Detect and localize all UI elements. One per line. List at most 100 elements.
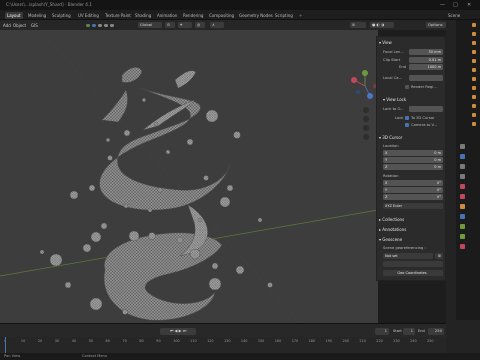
object-icon — [472, 59, 476, 63]
window-title: C:\Users\...\splash\Y_Shard] - Blender 4… — [6, 2, 92, 7]
viewport-overlays-dropdown[interactable]: ⊚ — [350, 21, 366, 29]
close-icon[interactable]: ✕ — [467, 2, 471, 8]
cursor-loc-y[interactable]: Y 0 m — [383, 157, 443, 163]
axis-label: X — [385, 181, 388, 185]
select-subtract-icon[interactable] — [104, 23, 108, 27]
object-icon — [472, 41, 476, 45]
rotation-mode-dropdown[interactable]: XYZ Euler — [383, 203, 443, 209]
frame-tick-label: 130 — [224, 339, 231, 343]
geo-coordinates-button[interactable]: Geo Coordinates — [383, 270, 443, 276]
section-view-lock[interactable]: ▾ View Lock — [383, 97, 406, 102]
viewport-nav-buttons[interactable] — [363, 107, 369, 140]
physics-properties-icon[interactable] — [460, 224, 465, 229]
maximize-icon[interactable]: □ — [453, 2, 458, 8]
select-mode-icon[interactable] — [86, 23, 90, 27]
tool-properties-icon[interactable] — [460, 144, 465, 149]
output-properties-icon[interactable] — [460, 164, 465, 169]
tab-animation[interactable]: Animation — [155, 12, 179, 19]
clip-start-field[interactable]: 0.01 m — [409, 57, 443, 63]
tab-texture-paint[interactable]: Texture Paint — [103, 12, 133, 19]
3d-viewport[interactable] — [0, 30, 378, 323]
frame-tick-label: 90 — [156, 339, 161, 343]
menu-add[interactable]: Add — [3, 22, 11, 29]
data-properties-icon[interactable] — [460, 234, 465, 239]
object-properties-icon[interactable] — [460, 204, 465, 209]
local-camera-field[interactable] — [409, 75, 443, 81]
crs-settings-icon[interactable]: ⚙ — [435, 253, 443, 259]
viewport-canvas[interactable] — [0, 30, 378, 323]
geo-origin-row[interactable] — [383, 261, 443, 267]
render-region-checkbox[interactable] — [405, 85, 409, 89]
outliner[interactable] — [456, 20, 480, 140]
cursor-rot-x[interactable]: X 0° — [383, 180, 443, 186]
start-frame-field[interactable]: 1 — [403, 328, 415, 335]
render-properties-icon[interactable] — [460, 154, 465, 159]
add-workspace-icon[interactable]: + — [297, 12, 304, 19]
lock-label: Lock — [395, 116, 404, 120]
tab-geometry-nodes[interactable]: Geometry Nodes — [237, 12, 275, 19]
world-properties-icon[interactable] — [460, 194, 465, 199]
section-geoscene[interactable]: ▾ Geoscene — [379, 237, 402, 242]
tab-shading[interactable]: Shading — [133, 12, 153, 19]
camera-to-view-checkbox[interactable] — [405, 123, 409, 127]
lock-object-label: Lock to O... — [383, 107, 404, 111]
rotation-mode-value: XYZ Euler — [385, 204, 403, 208]
proportional-falloff-dropdown[interactable]: ∧ — [210, 21, 224, 29]
clip-end-field[interactable]: 1000 m — [409, 64, 443, 70]
menu-gis[interactable]: GIS — [31, 22, 38, 29]
focal-length-field[interactable]: 50 mm — [409, 49, 443, 55]
select-invert-icon[interactable] — [110, 23, 114, 27]
lock-cursor-checkbox[interactable] — [405, 116, 409, 120]
properties-editor[interactable] — [456, 140, 480, 320]
cursor-rot-y[interactable]: Y 0° — [383, 187, 443, 193]
playhead[interactable] — [5, 337, 6, 353]
select-box-icon[interactable] — [92, 23, 96, 27]
rotation-label: Rotation — [383, 174, 399, 178]
material-properties-icon[interactable] — [460, 244, 465, 249]
value: 0° — [437, 188, 441, 192]
tab-rendering[interactable]: Rendering — [181, 12, 205, 19]
options-dropdown[interactable]: Options — [426, 21, 446, 29]
minimize-icon[interactable]: — — [440, 2, 445, 8]
scene-properties-icon[interactable] — [460, 184, 465, 189]
scene-label[interactable]: Scene — [446, 12, 462, 19]
frame-tick-label: 120 — [207, 339, 214, 343]
section-3d-cursor[interactable]: ▾ 3D Cursor — [379, 135, 402, 140]
modifier-properties-icon[interactable] — [460, 214, 465, 219]
tab-layout[interactable]: Layout — [5, 11, 23, 19]
proportional-edit-toggle[interactable]: ◎ — [195, 21, 205, 29]
cursor-loc-x[interactable]: X 0 m — [383, 150, 443, 156]
snap-toggle[interactable]: ⌖ — [178, 21, 192, 29]
tab-sculpting[interactable]: Sculpting — [50, 12, 73, 19]
cursor-rot-z[interactable]: Z 0° — [383, 194, 443, 200]
section-view-title: View — [382, 40, 392, 45]
viewport-shading-buttons[interactable]: ● ◐ ◑ — [370, 21, 394, 29]
local-camera-label: Local Ca... — [383, 76, 403, 80]
cursor-loc-z[interactable]: Z 0 m — [383, 164, 443, 170]
section-view[interactable]: ▾ View — [379, 40, 392, 45]
select-extend-icon[interactable] — [98, 23, 102, 27]
section-collections[interactable]: ▸ Collections — [379, 217, 404, 222]
title-bar: C:\Users\...\splash\Y_Shard] - Blender 4… — [0, 0, 480, 10]
viewport-header: Add Object GIS Global ⊙ ⌖ ◎ ∧ ⊚ ● ◐ ◑ Op… — [0, 20, 448, 30]
crs-dropdown[interactable]: Not set — [383, 253, 433, 259]
section-annotations[interactable]: ▸ Annotations — [379, 227, 406, 232]
navigation-gizmo[interactable] — [351, 70, 377, 99]
playback-controls[interactable]: ⏮ ◀ ▶ ⏭ — [160, 328, 196, 335]
tab-modeling[interactable]: Modeling — [26, 12, 48, 19]
grid-line — [39, 30, 301, 323]
current-frame-field[interactable]: 1 — [375, 328, 389, 335]
pivot-dropdown[interactable]: ⊙ — [165, 21, 175, 29]
lock-object-field[interactable] — [409, 106, 443, 112]
transform-orientation-dropdown[interactable]: Global — [138, 21, 162, 29]
frame-tick-label: 80 — [139, 339, 144, 343]
tab-scripting[interactable]: Scripting — [273, 12, 295, 19]
value: 0° — [437, 181, 441, 185]
frame-tick-label: 210 — [359, 339, 366, 343]
tab-compositing[interactable]: Compositing — [207, 12, 236, 19]
menu-object[interactable]: Object — [13, 22, 26, 29]
timeline-ruler[interactable]: 0102030405060708090100110120130140150160… — [0, 337, 446, 353]
view-layer-icon[interactable] — [460, 174, 465, 179]
end-frame-field[interactable]: 250 — [428, 328, 444, 335]
tab-uv-editing[interactable]: UV Editing — [76, 12, 101, 19]
